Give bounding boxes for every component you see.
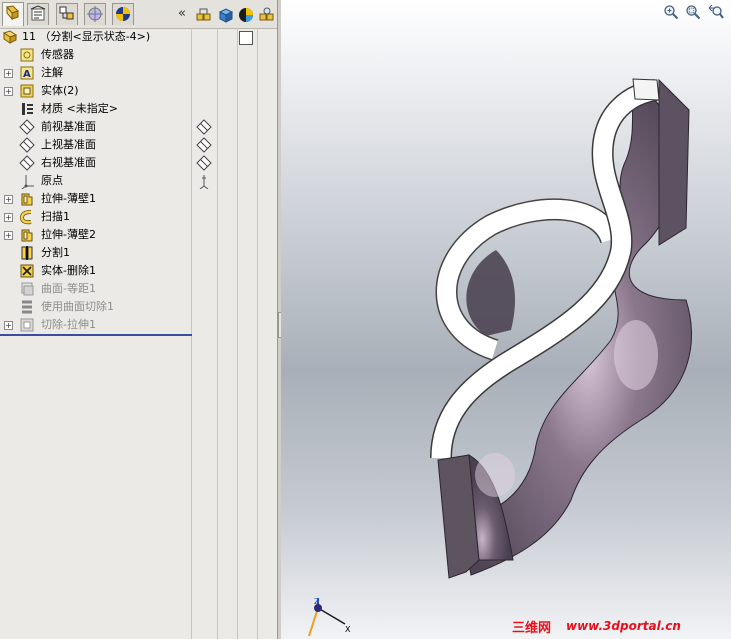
tree-root-label: 11 （分割<显示状态-4>) <box>22 30 151 43</box>
watermark-url: www.3dportal.cn <box>566 619 681 633</box>
tree-item-label: 曲面-等距1 <box>41 282 96 295</box>
feature-manager-tab[interactable] <box>2 2 24 26</box>
property-manager-icon <box>30 5 46 21</box>
extrude-icon <box>21 229 33 242</box>
extrude-icon <box>21 193 33 206</box>
tree-item-label: 传感器 <box>41 48 74 61</box>
configuration-icon <box>59 6 74 20</box>
tree-item-label: 使用曲面切除1 <box>41 300 114 313</box>
coordinate-triad: Z X <box>308 597 351 637</box>
expand-toggle-icon[interactable]: + <box>4 87 13 96</box>
configuration-manager-tab[interactable] <box>56 3 78 25</box>
tree-item-label: 前视基准面 <box>41 120 96 133</box>
sweep-icon <box>19 210 32 225</box>
tree-item[interactable]: 使用曲面切除1 <box>0 298 190 316</box>
offset-surface-icon <box>21 282 34 296</box>
tree-item-label: 切除-拉伸1 <box>41 318 96 331</box>
tree-item-label: 实体(2) <box>41 84 79 97</box>
feature-tree-icon <box>6 5 19 21</box>
tree-item-label: 注解 <box>41 66 63 79</box>
tree-item[interactable]: 传感器 <box>0 46 190 64</box>
surface-cut-icon <box>22 300 32 314</box>
expand-toggle-icon[interactable]: + <box>4 195 13 204</box>
display-pane-swatch[interactable] <box>239 31 253 45</box>
tree-column-divider <box>217 28 218 639</box>
view-orientation-icon[interactable] <box>217 6 235 24</box>
svg-text:A: A <box>23 69 31 80</box>
tree-item-label: 拉伸-薄壁2 <box>41 228 96 241</box>
tree-item[interactable]: 原点 <box>0 172 190 190</box>
tree-item[interactable]: 前视基准面 <box>0 118 190 136</box>
graphics-viewport[interactable]: Z X 三维网 www.3dportal.cn <box>281 0 731 639</box>
tree-item[interactable]: + 切除-拉伸1 <box>0 316 190 334</box>
tree-item[interactable]: + 扫描1 <box>0 208 190 226</box>
origin-icon <box>21 175 34 189</box>
rollback-bar[interactable] <box>0 334 192 336</box>
tree-item[interactable]: 分割1 <box>0 244 190 262</box>
triad-x-label: X <box>345 625 351 634</box>
feature-manager-panel: « 11 （分割<显示状态-4>) 传感器 + A 注解 + 实体(2) 材质 <未指定> 前… <box>0 0 277 639</box>
solid-bodies-icon <box>20 84 34 98</box>
tree-column-divider <box>257 28 258 639</box>
tree-item[interactable]: 上视基准面 <box>0 136 190 154</box>
cut-extrude-icon <box>20 318 34 332</box>
expand-toggle-icon[interactable]: + <box>4 213 13 222</box>
sensor-icon <box>20 48 34 62</box>
tree-item[interactable]: 右视基准面 <box>0 154 190 172</box>
tree-item-label: 拉伸-薄壁1 <box>41 192 96 205</box>
delete-body-icon <box>20 264 34 278</box>
tree-root[interactable]: 11 （分割<显示状态-4>) <box>0 28 230 46</box>
tree-item-label: 上视基准面 <box>41 138 96 151</box>
feature-manager-tabbar: « <box>0 0 277 29</box>
plane-display-icon[interactable] <box>196 137 212 153</box>
display-style-icon[interactable] <box>237 6 255 24</box>
part-icon <box>2 30 18 44</box>
annotation-icon: A <box>20 66 34 80</box>
tree-item[interactable]: 曲面-等距1 <box>0 280 190 298</box>
split-icon <box>21 246 33 260</box>
tree-column-divider <box>237 28 238 639</box>
3d-model[interactable] <box>281 0 731 639</box>
tree-item[interactable]: + 拉伸-薄壁2 <box>0 226 190 244</box>
tree-item-label: 原点 <box>41 174 63 187</box>
plane-display-icon[interactable] <box>196 155 212 171</box>
tree-item[interactable]: + 实体(2) <box>0 82 190 100</box>
expand-toggle-icon[interactable]: + <box>4 231 13 240</box>
triad-z-label: Z <box>314 597 320 606</box>
display-manager-icon <box>116 7 130 21</box>
tree-item[interactable]: 实体-删除1 <box>0 262 190 280</box>
plane-icon <box>19 137 35 153</box>
tree-item-label: 材质 <未指定> <box>41 102 118 115</box>
tree-item-label: 分割1 <box>41 246 70 259</box>
material-icon <box>22 103 33 115</box>
hide-show-icon[interactable] <box>195 6 213 24</box>
expand-toggle-icon[interactable]: + <box>4 321 13 330</box>
expand-toggle-icon[interactable]: + <box>4 69 13 78</box>
tree-item-label: 实体-删除1 <box>41 264 96 277</box>
dimxpert-icon <box>87 6 103 22</box>
tree-item[interactable]: + A 注解 <box>0 64 190 82</box>
plane-display-icon[interactable] <box>196 119 212 135</box>
property-manager-tab[interactable] <box>27 3 49 25</box>
display-manager-tab[interactable] <box>112 3 134 25</box>
appearance-icon[interactable] <box>258 6 276 24</box>
origin-display-icon[interactable] <box>196 173 212 189</box>
tree-item[interactable]: 材质 <未指定> <box>0 100 190 118</box>
plane-icon <box>19 119 35 135</box>
tree-item[interactable]: + 拉伸-薄壁1 <box>0 190 190 208</box>
watermark-cn: 三维网 <box>512 621 552 636</box>
plane-icon <box>19 155 35 171</box>
tree-item-label: 右视基准面 <box>41 156 96 169</box>
tree-item-label: 扫描1 <box>41 210 70 223</box>
dimxpert-tab[interactable] <box>84 3 106 25</box>
collapse-panel-button[interactable]: « <box>178 6 186 21</box>
